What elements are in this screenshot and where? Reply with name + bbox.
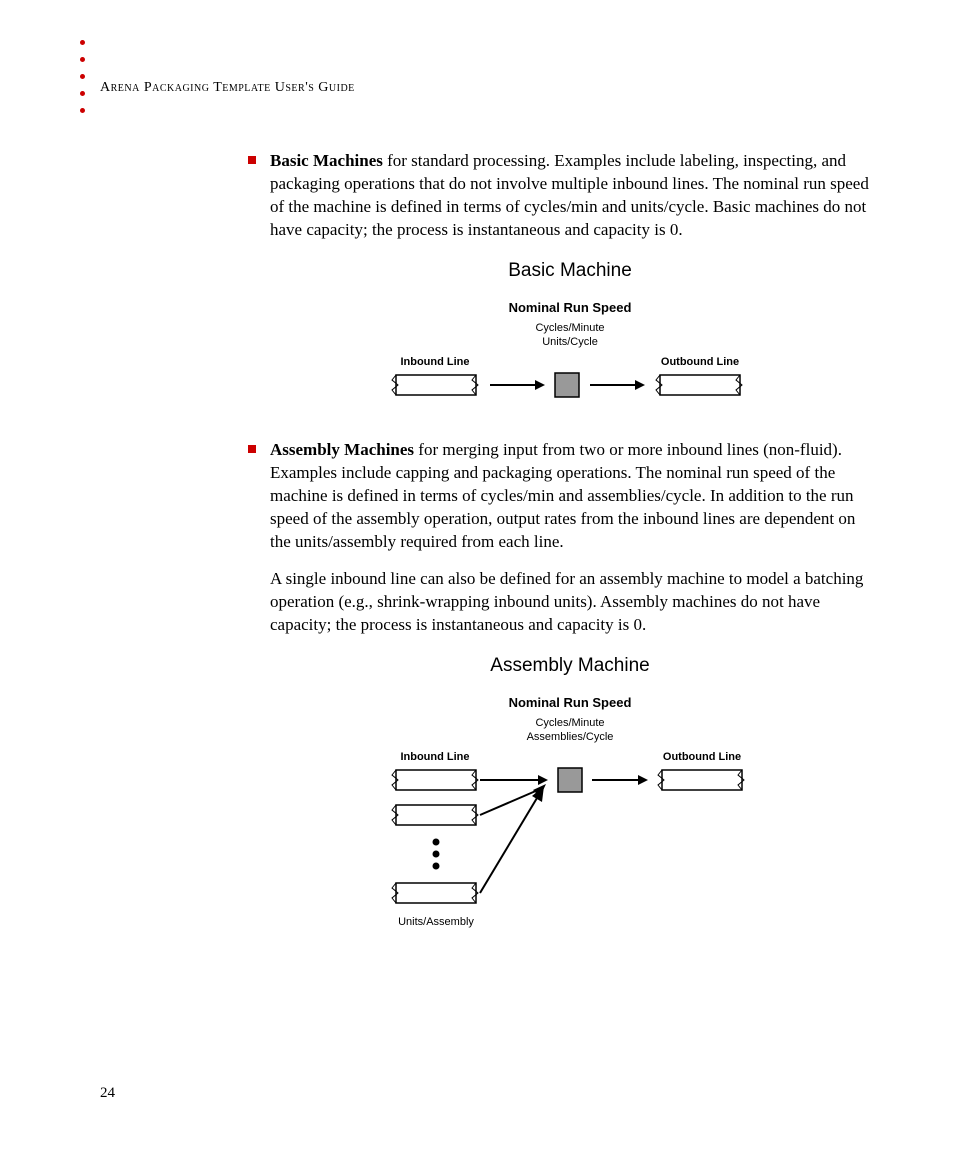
inbound-line-label: Inbound Line <box>400 356 469 368</box>
figure-rate-line1: Cycles/Minute <box>535 322 604 334</box>
decorative-dots <box>80 40 85 125</box>
basic-machine-diagram: Inbound Line Outbound Line <box>390 355 750 415</box>
bullet-assembly-machines: Assembly Machines for merging input from… <box>270 439 870 554</box>
bullet-title: Assembly Machines <box>270 440 414 459</box>
assembly-machine-diagram: Inbound Line Units/Assembly <box>380 750 760 960</box>
figure-assembly-machine: Assembly Machine Nominal Run Speed Cycle… <box>270 655 870 961</box>
figure-basic-machine: Basic Machine Nominal Run Speed Cycles/M… <box>270 260 870 416</box>
inbound-line-label: Inbound Line <box>400 751 469 763</box>
figure-title: Assembly Machine <box>270 655 870 677</box>
running-head: Arena Packaging Template User's Guide <box>100 80 355 96</box>
figure-rate-line2: Assemblies/Cycle <box>527 731 614 743</box>
units-assembly-label: Units/Assembly <box>398 916 474 928</box>
figure-subtitle: Nominal Run Speed <box>270 695 870 710</box>
outbound-line-label: Outbound Line <box>661 356 739 368</box>
bullet-title: Basic Machines <box>270 151 383 170</box>
bullet-basic-machines: Basic Machines for standard processing. … <box>270 150 870 242</box>
figure-subtitle: Nominal Run Speed <box>270 300 870 315</box>
outbound-line-label: Outbound Line <box>663 751 741 763</box>
assembly-extra-paragraph: A single inbound line can also be define… <box>270 568 870 637</box>
bullet-square-icon <box>248 156 256 164</box>
bullet-square-icon <box>248 445 256 453</box>
page-content: Basic Machines for standard processing. … <box>270 150 870 984</box>
figure-rate-line1: Cycles/Minute <box>535 717 604 729</box>
figure-title: Basic Machine <box>270 260 870 282</box>
page-number: 24 <box>100 1085 115 1102</box>
figure-rate-line2: Units/Cycle <box>542 336 598 348</box>
